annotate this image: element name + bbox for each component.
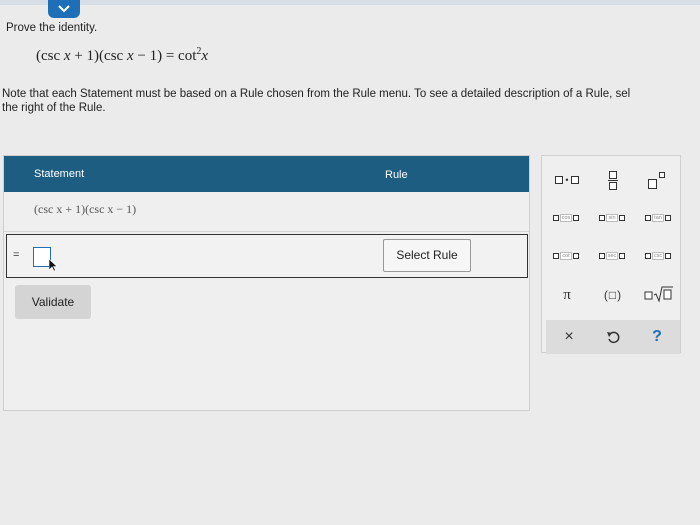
column-header-rule: Rule xyxy=(385,169,408,181)
sin-button[interactable]: sin xyxy=(593,210,631,226)
column-header-statement: Statement xyxy=(34,168,85,180)
palette-footer: × ? xyxy=(546,320,680,354)
parentheses-icon: (□) xyxy=(603,288,623,302)
undo-button[interactable] xyxy=(600,324,626,350)
active-statement-row: = Select Rule xyxy=(6,234,528,278)
parentheses-button[interactable]: (□) xyxy=(598,284,628,306)
identity-rest-1: + 1) xyxy=(74,48,100,64)
sec-label: sec xyxy=(605,252,619,260)
cos-button[interactable]: cos xyxy=(547,210,585,226)
identity-equation: (csc x + 1)(csc x − 1) = cot2x xyxy=(36,46,209,64)
top-strip xyxy=(0,0,700,5)
tan-button[interactable]: tan xyxy=(639,210,677,226)
cot-label: cot xyxy=(560,252,572,260)
identity-rest-2: − 1) = cot xyxy=(137,48,197,64)
equals-sign: = xyxy=(13,249,20,261)
help-icon: ? xyxy=(652,328,662,345)
identity-var-3: x xyxy=(201,48,209,64)
placeholder-icon xyxy=(570,176,579,184)
cot-button[interactable]: cot xyxy=(547,248,585,264)
square-root-button[interactable] xyxy=(642,282,676,306)
collapse-button[interactable] xyxy=(48,0,80,18)
identity-fn-1: csc xyxy=(41,48,61,64)
multiply-dot-button[interactable]: • xyxy=(550,170,584,190)
csc-label: csc xyxy=(651,252,665,260)
exponent-icon xyxy=(648,171,668,189)
close-icon: × xyxy=(564,328,574,345)
identity-var-1: x xyxy=(63,48,71,64)
table-header: Statement Rule xyxy=(4,156,529,192)
select-rule-button[interactable]: Select Rule xyxy=(383,239,471,272)
pi-icon: π xyxy=(563,286,571,303)
sin-label: sin xyxy=(606,214,618,222)
identity-var-2: x xyxy=(126,48,134,64)
statement-text: (csc x + 1)(csc x − 1) xyxy=(34,202,137,216)
pi-button[interactable]: π xyxy=(554,284,580,306)
square-root-icon xyxy=(644,286,673,303)
csc-button[interactable]: csc xyxy=(639,248,677,264)
proof-panel: Statement Rule (csc x + 1)(csc x − 1) = … xyxy=(3,155,530,411)
placeholder-icon xyxy=(555,176,564,184)
instruction-note-line-1: Note that each Statement must be based o… xyxy=(2,88,631,100)
fraction-button[interactable] xyxy=(604,166,622,194)
cos-label: cos xyxy=(559,214,573,222)
fraction-icon xyxy=(608,170,618,190)
exponent-button[interactable] xyxy=(646,168,670,192)
instruction-note-line-2: the right of the Rule. xyxy=(2,102,106,114)
help-button[interactable]: ? xyxy=(644,324,670,350)
mouse-cursor-icon xyxy=(49,259,58,272)
identity-fn-2: (csc xyxy=(99,48,124,64)
problem-prompt: Prove the identity. xyxy=(6,22,98,34)
instruction-note: Note that each Statement must be based o… xyxy=(2,87,700,115)
table-row: (csc x + 1)(csc x − 1) xyxy=(4,192,529,232)
chevron-down-icon xyxy=(58,5,70,13)
sec-button[interactable]: sec xyxy=(593,248,631,264)
dot-icon: • xyxy=(565,175,569,185)
clear-button[interactable]: × xyxy=(556,324,582,350)
validate-button[interactable]: Validate xyxy=(15,285,91,319)
math-palette: • cos sin tan cot sec csc π (□) × ? xyxy=(541,155,681,354)
undo-icon xyxy=(607,331,620,344)
tan-label: tan xyxy=(652,214,664,222)
